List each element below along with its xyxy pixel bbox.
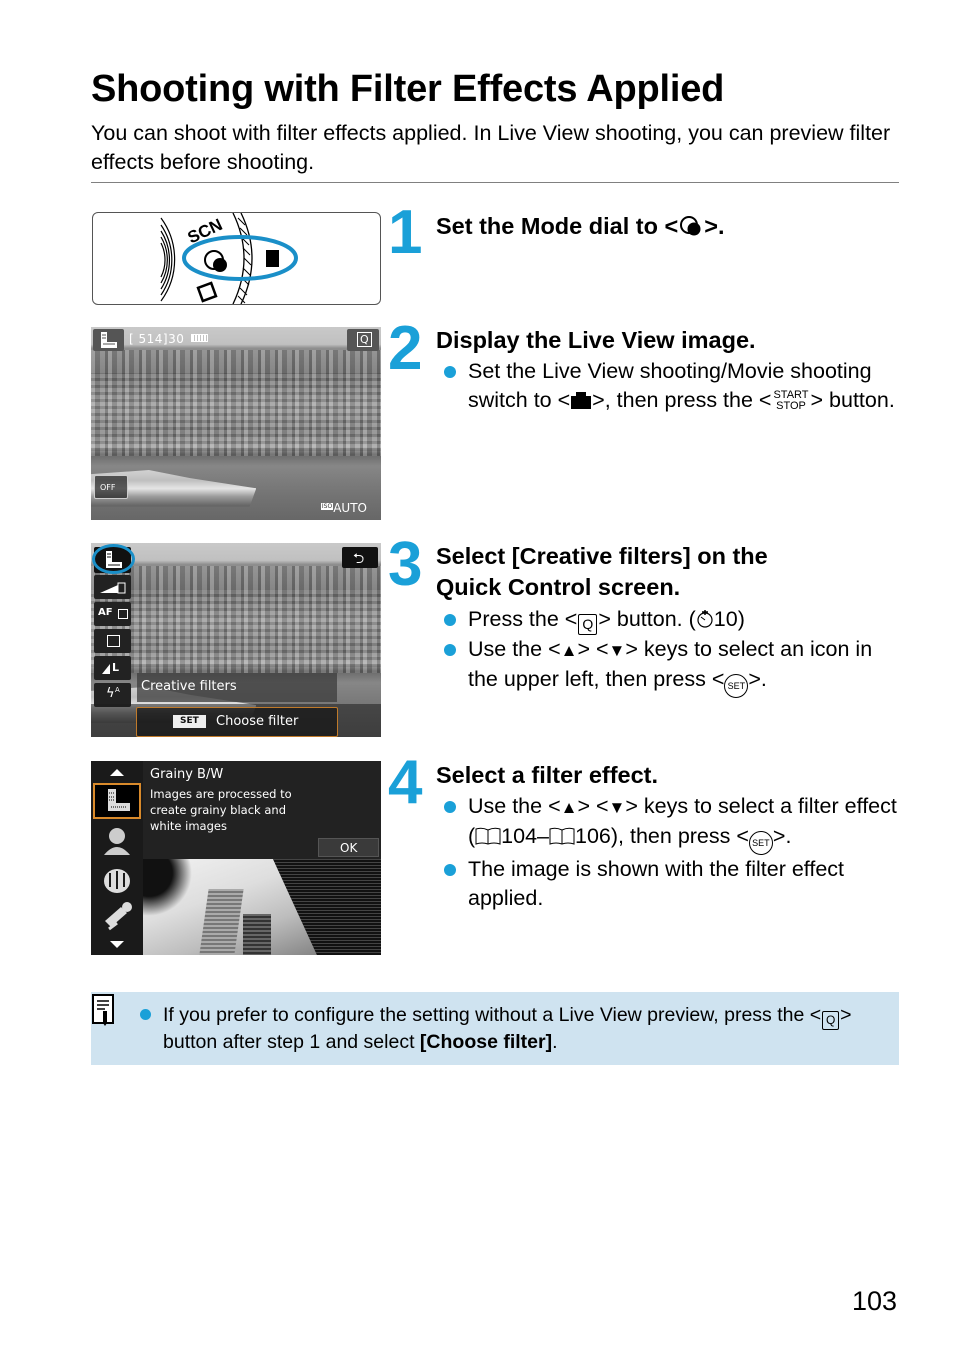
page-number: 103 [852, 1286, 898, 1316]
memo-icon [92, 994, 114, 1026]
return-icon: ⮌ [353, 551, 365, 567]
step-4-image: Grainy B/W Images are processed to creat… [91, 761, 381, 955]
ok-button[interactable]: OK [318, 838, 379, 857]
step-2-bullet: Set the Live View shooting/Movie shootin… [437, 357, 907, 415]
book-icon [475, 827, 501, 845]
page-ref[interactable]: 106 [575, 824, 611, 848]
page-title: Shooting with Filter Effects Applied [91, 68, 725, 110]
page-ref[interactable]: 104 [501, 824, 537, 848]
grainy-bw-icon [101, 332, 117, 348]
iso-readout: ISOAUTO [320, 501, 367, 515]
step-2-number: 2 [388, 314, 423, 383]
choose-filter-ref: [Choose filter] [419, 1031, 553, 1053]
filter-item-grainy-bw[interactable] [93, 783, 141, 819]
grainy-bw-icon [108, 789, 130, 811]
q-icon: Q [357, 332, 372, 347]
step-3-image: AF L ϟ A ⮌ Creative filters SET Choose f… [91, 543, 381, 737]
filter-description: Images are processed to [150, 787, 292, 801]
step-4-bullet: Use the <▲> <▼> keys to select a filter … [437, 792, 907, 855]
step-3-number: 3 [388, 530, 423, 599]
camera-icon [571, 392, 592, 409]
step-4-heading: Select a filter effect. [436, 762, 659, 788]
bullet-dot [444, 864, 456, 876]
flash-icon: ϟ [106, 686, 115, 701]
q-button-icon: Q [578, 614, 598, 635]
filter-name: Grainy B/W [150, 767, 224, 782]
highlight-ring [182, 235, 298, 281]
soft-focus-icon[interactable] [91, 823, 143, 859]
bullet-dot [444, 644, 456, 656]
bullet-dot [444, 801, 456, 813]
af-icon: AF [98, 607, 113, 618]
qc-drive-item[interactable] [94, 629, 131, 653]
q-button-icon: Q [822, 1011, 840, 1030]
step-4-number: 4 [388, 748, 423, 817]
step-1-heading: Set the Mode dial to < >. [436, 211, 724, 242]
mode-dial-illustration: SCN [160, 213, 298, 304]
scroll-up-arrow[interactable] [110, 769, 124, 776]
af-area-icon [118, 609, 128, 619]
filter-preview [143, 859, 381, 955]
touch-shutter-off-icon: OFF [100, 483, 116, 492]
highlight-ring [92, 544, 135, 574]
single-shot-icon [107, 635, 120, 647]
step-1-image: SCN [92, 212, 381, 305]
scroll-down-arrow[interactable] [110, 941, 124, 948]
creative-filter-status [93, 329, 124, 351]
fish-eye-icon[interactable] [91, 861, 143, 897]
choose-filter-label: Choose filter [216, 714, 299, 729]
timer-icon [697, 610, 713, 628]
back-button[interactable]: ⮌ [342, 547, 378, 568]
book-icon [549, 827, 575, 845]
down-key-icon: ▼ [608, 798, 626, 817]
step-4-bullets: Use the <▲> <▼> keys to select a filter … [437, 792, 907, 913]
creative-filter-mode-icon [680, 216, 701, 236]
note-text: If you prefer to configure the setting w… [163, 1004, 852, 1053]
title-divider [91, 182, 899, 183]
choose-filter-button[interactable]: SET Choose filter [136, 707, 338, 737]
quick-control-button[interactable]: Q [347, 329, 379, 351]
brightness-icon [100, 582, 126, 594]
qc-exposure-item[interactable] [94, 575, 131, 599]
battery-icon [190, 334, 208, 342]
step-3-bullets: Press the < Q > button. (10) Use the <▲> <… [437, 605, 907, 698]
qc-quality-item[interactable]: L [94, 656, 131, 680]
start-stop-icon: START STOP [773, 389, 809, 412]
filter-description-panel: Grainy B/W Images are processed to creat… [143, 761, 381, 859]
qc-af-item[interactable]: AF [94, 602, 131, 626]
step-3-bullet: Press the < Q > button. (10) [437, 605, 907, 635]
menu-label-bar: Creative filters [137, 673, 337, 702]
step-3-heading: Select [Creative filters] on the Quick C… [436, 543, 768, 600]
bullet-dot [140, 1009, 151, 1020]
art-bold-icon[interactable] [91, 899, 143, 935]
bullet-dot [444, 366, 456, 378]
intro-text: You can shoot with filter effects applie… [91, 121, 891, 174]
step-1-number: 1 [388, 198, 423, 267]
shots-remaining: [ 514]30 [129, 332, 208, 346]
bullet-dot [444, 614, 456, 626]
step-1-heading-text: Set the Mode dial to < [436, 213, 679, 239]
touch-shutter-off[interactable]: OFF [94, 475, 128, 499]
step-2-heading: Display the Live View image. [436, 327, 756, 353]
up-key-icon: ▲ [560, 641, 578, 660]
step-2-bullets: Set the Live View shooting/Movie shootin… [437, 357, 907, 415]
set-button-icon: SET [724, 674, 749, 698]
down-key-icon: ▼ [608, 641, 626, 660]
filter-list [91, 761, 143, 955]
up-key-icon: ▲ [560, 798, 578, 817]
menu-label: Creative filters [141, 679, 237, 694]
set-badge: SET [173, 715, 206, 728]
set-button-icon: SET [748, 831, 773, 855]
step-3-bullet: Use the <▲> <▼> keys to select an icon i… [437, 635, 907, 698]
step-4-bullet: The image is shown with the filter effec… [437, 855, 907, 913]
step-1-heading-end: >. [704, 213, 725, 239]
step-2-image: [ 514]30 Q OFF ISOAUTO [91, 327, 381, 520]
